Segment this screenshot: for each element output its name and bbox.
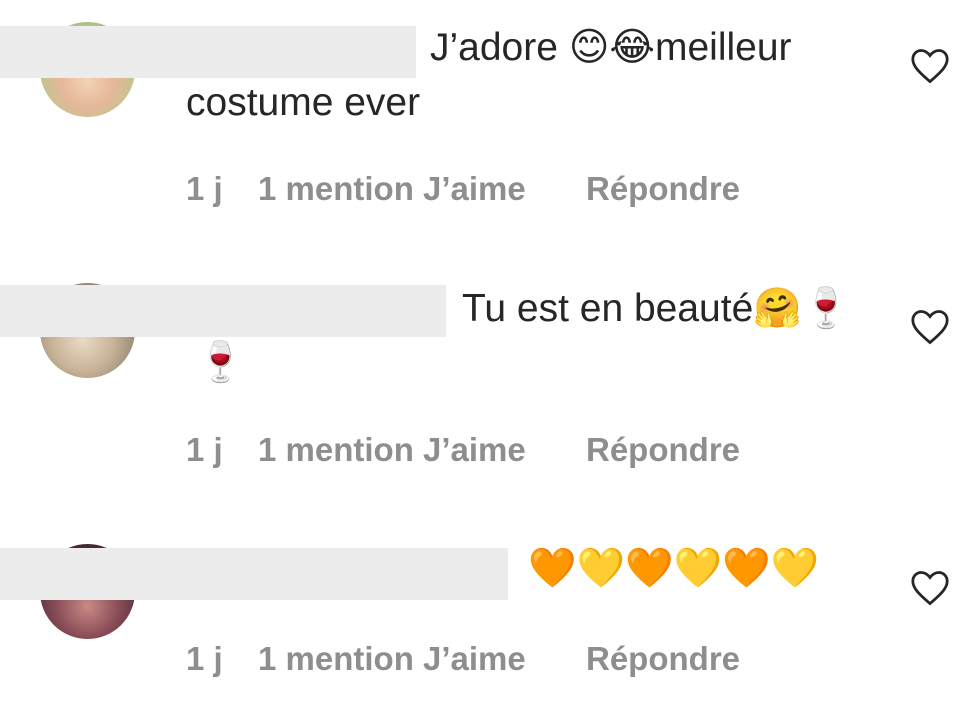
likes-count[interactable]: 1 mention J’aime — [258, 640, 526, 678]
heart-outline-icon[interactable] — [910, 570, 950, 606]
comment-3: 🧡💛🧡💛🧡💛 1 j 1 mention J’aime Répondre — [0, 0, 980, 701]
redacted-username — [0, 548, 508, 600]
timestamp[interactable]: 1 j — [186, 640, 223, 678]
reply-button[interactable]: Répondre — [586, 640, 740, 678]
comment-text-line-1: 🧡💛🧡💛🧡💛 — [528, 547, 820, 590]
